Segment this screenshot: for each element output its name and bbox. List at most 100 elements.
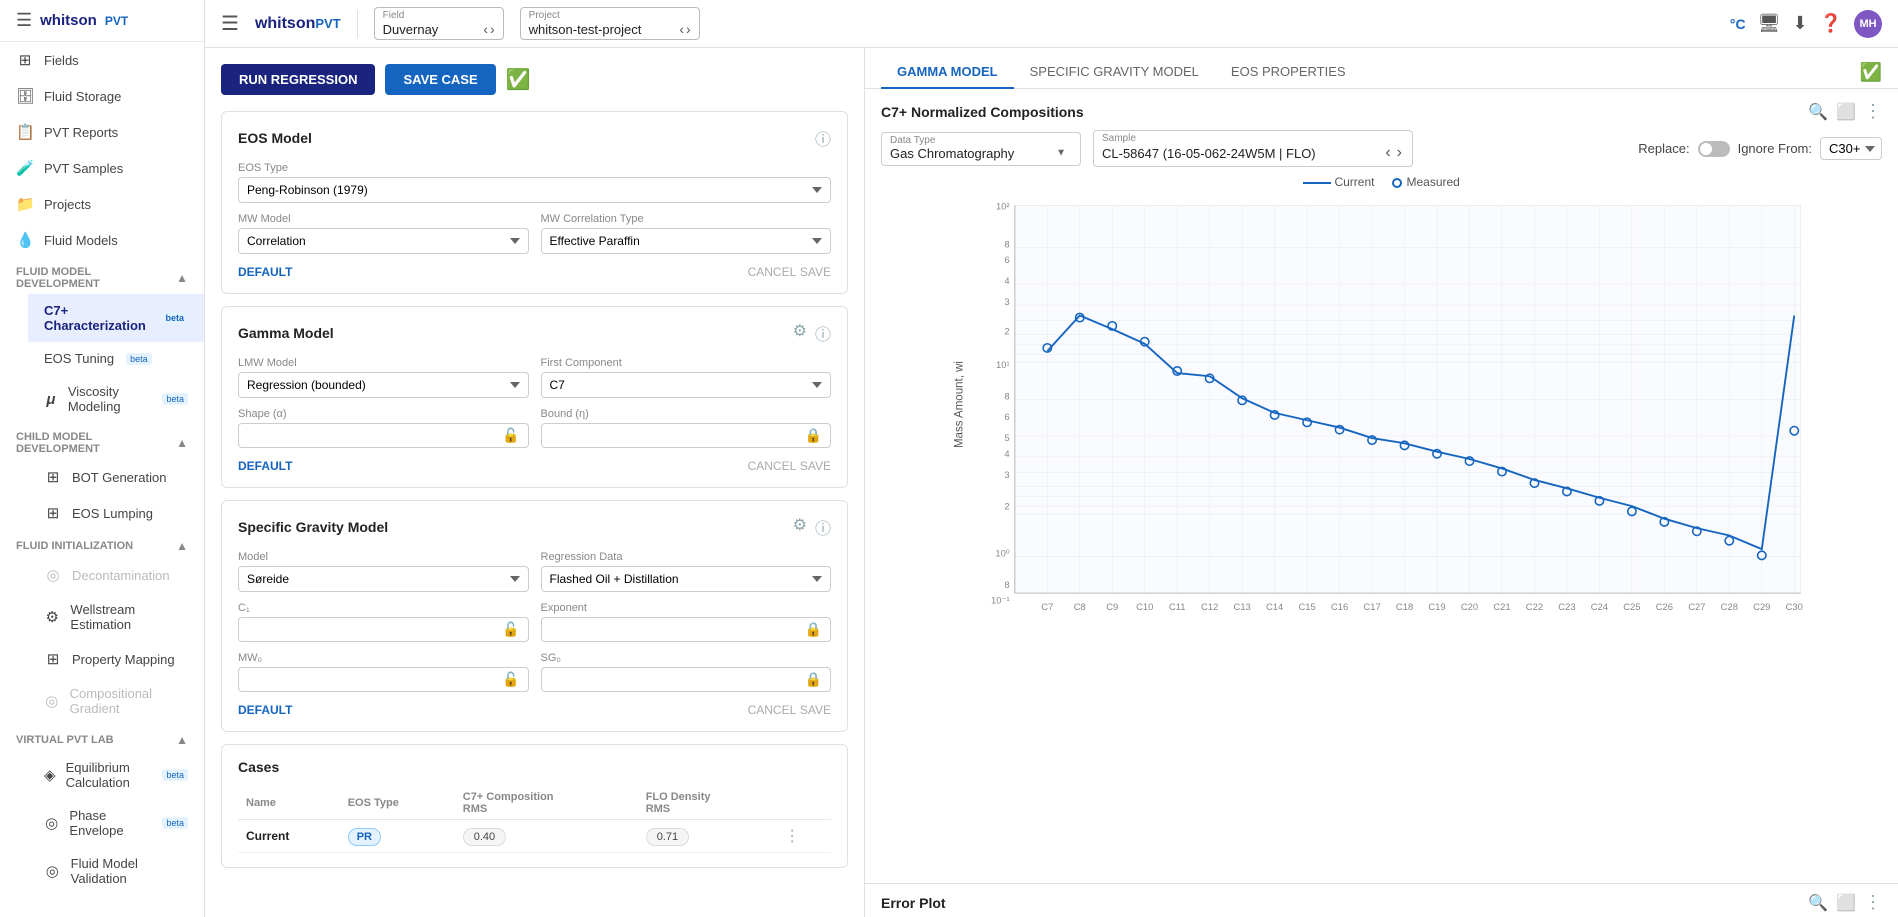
svg-text:5: 5: [1004, 432, 1009, 443]
help-icon[interactable]: ❓: [1820, 13, 1842, 34]
eos-save-button[interactable]: SAVE: [800, 265, 831, 279]
project-next-button[interactable]: ›: [686, 21, 691, 37]
gamma-settings-icon[interactable]: ⚙: [793, 321, 807, 345]
sidebar-item-c7-characterization[interactable]: C7+ Characterization beta: [28, 294, 204, 342]
sidebar-item-eos-lumping[interactable]: ⊞ EOS Lumping: [28, 495, 204, 531]
project-selector[interactable]: Project whitson-test-project ‹ ›: [520, 7, 700, 40]
svg-text:C22: C22: [1526, 601, 1543, 612]
topbar-hamburger-icon[interactable]: ☰: [221, 11, 239, 36]
sg-cancel-button[interactable]: CANCEL: [748, 703, 797, 717]
sidebar-item-projects[interactable]: 📁 Projects: [0, 186, 204, 222]
sg-info-icon[interactable]: ⓘ: [815, 515, 831, 539]
gamma-info-icon[interactable]: ⓘ: [815, 321, 831, 345]
sidebar-item-viscosity-modeling[interactable]: μ Viscosity Modeling beta: [28, 375, 204, 423]
eos-default-button[interactable]: DEFAULT: [238, 264, 292, 279]
row-more-button[interactable]: ⋮: [784, 828, 800, 845]
first-component-select[interactable]: C7: [541, 372, 832, 398]
shape-lock-icon[interactable]: 🔓: [502, 427, 519, 444]
exponent-input[interactable]: 0.153805: [550, 623, 801, 637]
zoom-icon[interactable]: 🔍: [1808, 102, 1828, 122]
sg-default-button[interactable]: DEFAULT: [238, 702, 292, 717]
field-prev-button[interactable]: ‹: [483, 21, 488, 37]
eos-type-select[interactable]: Peng-Robinson (1979): [238, 177, 831, 203]
bound-input[interactable]: 95.792: [550, 429, 801, 443]
hamburger-icon[interactable]: ☰: [16, 10, 32, 31]
sg-model-title: Specific Gravity Model: [238, 519, 388, 535]
regression-data-select[interactable]: Flashed Oil + Distillation: [541, 566, 832, 592]
gamma-save-button[interactable]: SAVE: [800, 459, 831, 473]
chart-header: C7+ Normalized Compositions 🔍 ⬜ ⋮: [865, 89, 1898, 130]
sidebar-item-pvt-reports[interactable]: 📋 PVT Reports: [0, 114, 204, 150]
data-type-select[interactable]: Gas Chromatography: [890, 146, 1035, 161]
run-regression-button[interactable]: RUN REGRESSION: [221, 64, 375, 95]
expand-icon[interactable]: ⬜: [1836, 102, 1856, 122]
eos-info-icon[interactable]: ⓘ: [815, 126, 831, 150]
sg-settings-icon[interactable]: ⚙: [793, 515, 807, 539]
eos-cancel-button[interactable]: CANCEL: [748, 265, 797, 279]
sidebar-item-phase-envelope[interactable]: ◎ Phase Envelope beta: [28, 799, 204, 847]
sidebar-item-wellstream-estimation[interactable]: ⚙ Wellstream Estimation: [28, 593, 204, 641]
section-child-model-development[interactable]: Child Model Development ▲: [0, 423, 204, 459]
sg0-lock-icon[interactable]: 🔒: [805, 671, 822, 688]
sidebar-item-bot-generation[interactable]: ⊞ BOT Generation: [28, 459, 204, 495]
section-fluid-initialization[interactable]: Fluid Initialization ▲: [0, 531, 204, 557]
avatar[interactable]: MH: [1854, 10, 1882, 38]
sidebar-item-fluid-models[interactable]: 💧 Fluid Models: [0, 222, 204, 258]
replace-toggle[interactable]: [1698, 141, 1730, 157]
field-selector[interactable]: Field Duvernay ‹ ›: [374, 7, 504, 40]
sidebar-item-eos-tuning[interactable]: EOS Tuning beta: [28, 342, 204, 375]
c1-lock-icon[interactable]: 🔓: [502, 621, 519, 638]
svg-text:8: 8: [1004, 579, 1009, 590]
shape-input[interactable]: 0.726679: [247, 429, 498, 443]
sg-save-button[interactable]: SAVE: [800, 703, 831, 717]
sample-select[interactable]: CL-58647 (16-05-062-24W5M | FLO): [1102, 146, 1379, 161]
field-next-button[interactable]: ›: [490, 21, 495, 37]
sidebar-item-property-mapping[interactable]: ⊞ Property Mapping: [28, 641, 204, 677]
flo-rms-badge: 0.71: [646, 828, 689, 846]
error-more-icon[interactable]: ⋮: [1864, 892, 1882, 913]
sample-next-button[interactable]: ›: [1397, 144, 1402, 162]
sidebar-item-equilibrium-calculation[interactable]: ◈ Equilibrium Calculation beta: [28, 751, 204, 799]
sample-prev-button[interactable]: ‹: [1385, 144, 1390, 162]
mw-correlation-select[interactable]: Effective Paraffin: [541, 228, 832, 254]
gamma-default-button[interactable]: DEFAULT: [238, 458, 292, 473]
tab-eos-properties[interactable]: EOS PROPERTIES: [1215, 56, 1362, 89]
mw0-lock-icon[interactable]: 🔓: [502, 671, 519, 688]
monitor-icon[interactable]: 🖥: [1758, 13, 1781, 34]
mw0-input[interactable]: 66: [247, 673, 498, 687]
save-case-button[interactable]: SAVE CASE: [385, 64, 495, 95]
sidebar-item-fluid-model-validation[interactable]: ◎ Fluid Model Validation: [28, 847, 204, 895]
sidebar-item-decontamination[interactable]: ◎ Decontamination: [28, 557, 204, 593]
c1-input[interactable]: 0.252104: [247, 623, 498, 637]
mw-model-select[interactable]: Correlation: [238, 228, 529, 254]
error-zoom-icon[interactable]: 🔍: [1808, 893, 1828, 913]
sidebar-item-fluid-storage[interactable]: 🗄 Fluid Storage: [0, 78, 204, 114]
ignore-select[interactable]: C30+: [1820, 137, 1882, 160]
svg-text:C12: C12: [1201, 601, 1218, 612]
gamma-cancel-button[interactable]: CANCEL: [748, 459, 797, 473]
svg-text:C21: C21: [1493, 601, 1510, 612]
section-fluid-model-development[interactable]: Fluid Model Development ▲: [0, 258, 204, 294]
exponent-lock-icon[interactable]: 🔒: [805, 621, 822, 638]
sidebar-item-compositional-gradient[interactable]: ◎ Compositional Gradient: [28, 677, 204, 725]
section-virtual-pvt-lab[interactable]: Virtual PVT Lab ▲: [0, 725, 204, 751]
sidebar-item-fields[interactable]: ⊞ Fields: [0, 42, 204, 78]
chart-header-icons: 🔍 ⬜ ⋮: [1808, 101, 1882, 122]
more-options-icon[interactable]: ⋮: [1864, 101, 1882, 122]
lmw-model-select[interactable]: Regression (bounded): [238, 372, 529, 398]
c1-input-group: 0.252104 🔓: [238, 617, 529, 642]
sidebar-label-fluid-storage: Fluid Storage: [44, 89, 121, 104]
tab-gamma-model[interactable]: GAMMA MODEL: [881, 56, 1014, 89]
sg0-input-group: 0.2855 🔒: [541, 667, 832, 692]
replace-label: Replace:: [1638, 141, 1689, 156]
temp-unit-icon[interactable]: °C: [1730, 16, 1746, 32]
svg-text:C27: C27: [1688, 601, 1705, 612]
download-icon[interactable]: ⬇: [1792, 13, 1807, 34]
sidebar-item-pvt-samples[interactable]: 🧪 PVT Samples: [0, 150, 204, 186]
error-expand-icon[interactable]: ⬜: [1836, 893, 1856, 913]
tab-specific-gravity-model[interactable]: SPECIFIC GRAVITY MODEL: [1014, 56, 1215, 89]
sg-model-select[interactable]: Søreide: [238, 566, 529, 592]
bound-lock-icon[interactable]: 🔒: [805, 427, 822, 444]
project-prev-button[interactable]: ‹: [679, 21, 684, 37]
sg0-input[interactable]: 0.2855: [550, 673, 801, 687]
